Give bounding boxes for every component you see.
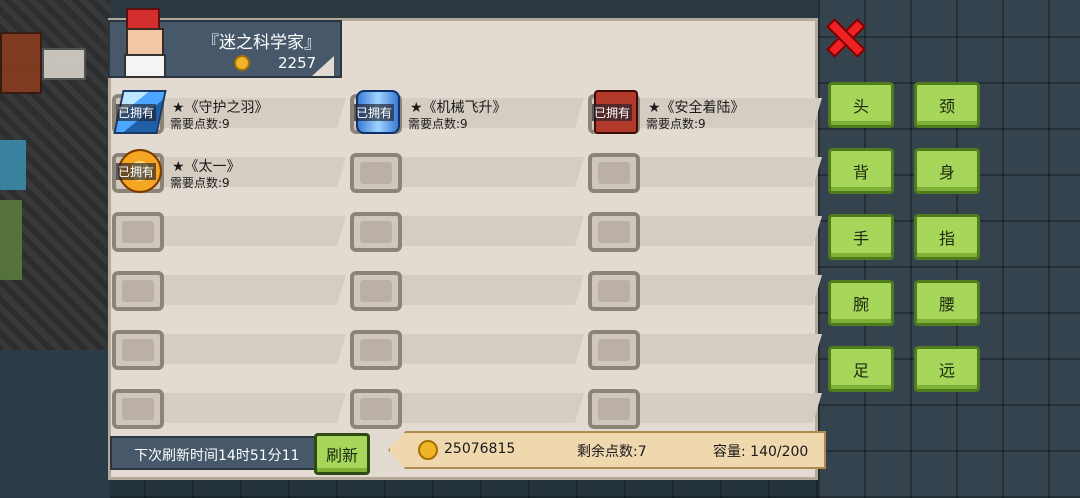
empty-slot[interactable] (350, 153, 584, 193)
slot-box (588, 212, 640, 252)
gold-coin-icon (418, 440, 438, 460)
slot-box (350, 153, 402, 193)
item-cost: 需要点数:9 (170, 117, 230, 131)
item-cost: 需要点数:9 (408, 117, 468, 131)
item-slot[interactable]: 已拥有 ★《机械飞升》 需要点数:9 (350, 90, 584, 134)
slot-box (350, 271, 402, 311)
player-avatar (120, 8, 168, 78)
shelf-decor (0, 140, 26, 190)
item-slot[interactable]: 已拥有 ★《太一》 需要点数:9 (112, 149, 346, 193)
empty-slot[interactable] (350, 330, 584, 370)
remaining-points: 剩余点数:7 (577, 444, 647, 460)
plant-decor (0, 200, 22, 280)
category-button-head[interactable]: 头 (828, 82, 894, 128)
category-button-wrist[interactable]: 腕 (828, 280, 894, 326)
category-button-waist[interactable]: 腰 (914, 280, 980, 326)
close-button[interactable] (824, 16, 864, 56)
item-title: ★《安全着陆》 (648, 100, 745, 116)
category-button-body[interactable]: 身 (914, 148, 980, 194)
slot-box (350, 212, 402, 252)
room-left-background (0, 0, 110, 498)
refresh-timer: 下次刷新时间14时51分11 (134, 448, 300, 464)
room-top-wall (110, 0, 818, 20)
slot-box (112, 271, 164, 311)
category-button-finger[interactable]: 指 (914, 214, 980, 260)
empty-slot[interactable] (588, 389, 822, 429)
avatar-face (126, 28, 164, 56)
header-arrow-decor (312, 56, 334, 76)
slot-box (112, 212, 164, 252)
cabinet-decor (0, 32, 42, 94)
slot-box (588, 389, 640, 429)
item-slot[interactable]: 已拥有 ★《守护之羽》 需要点数:9 (112, 90, 346, 134)
refresh-button[interactable]: 刷新 (314, 433, 370, 475)
category-button-hand[interactable]: 手 (828, 214, 894, 260)
player-header: 『迷之科学家』 2257 (108, 8, 342, 78)
item-cost: 需要点数:9 (170, 176, 230, 190)
player-gold: 2257 (278, 54, 317, 72)
item-cost: 需要点数:9 (646, 117, 706, 131)
floor-decor (0, 350, 110, 498)
empty-slot[interactable] (350, 271, 584, 311)
owned-badge: 已拥有 (354, 104, 395, 121)
slot-box (588, 330, 640, 370)
computer-decor (42, 48, 86, 80)
category-button-back[interactable]: 背 (828, 148, 894, 194)
avatar-coat (124, 54, 166, 78)
gold-coin-icon (234, 55, 250, 71)
empty-slot[interactable] (588, 330, 822, 370)
empty-slot[interactable] (350, 212, 584, 252)
slot-box (588, 153, 640, 193)
owned-badge: 已拥有 (116, 104, 157, 121)
item-title: ★《机械飞升》 (410, 100, 507, 116)
slot-box (112, 389, 164, 429)
slot-box (588, 271, 640, 311)
total-gold: 25076815 (444, 441, 516, 457)
slot-box (350, 330, 402, 370)
item-title: ★《太一》 (172, 159, 241, 175)
item-slot[interactable]: 已拥有 ★《安全着陆》 需要点数:9 (588, 90, 822, 134)
empty-slot[interactable] (588, 212, 822, 252)
slot-box (112, 330, 164, 370)
owned-badge: 已拥有 (116, 163, 157, 180)
category-button-foot[interactable]: 足 (828, 346, 894, 392)
owned-badge: 已拥有 (592, 104, 633, 121)
empty-slot[interactable] (112, 212, 346, 252)
empty-slot[interactable] (588, 271, 822, 311)
empty-slot[interactable] (112, 389, 346, 429)
capacity: 容量: 140/200 (713, 444, 809, 460)
empty-slot[interactable] (350, 389, 584, 429)
slot-box (350, 389, 402, 429)
player-name: 『迷之科学家』 (202, 33, 321, 53)
item-title: ★《守护之羽》 (172, 100, 269, 116)
empty-slot[interactable] (588, 153, 822, 193)
category-button-ranged[interactable]: 远 (914, 346, 980, 392)
category-button-neck[interactable]: 颈 (914, 82, 980, 128)
empty-slot[interactable] (112, 330, 346, 370)
refresh-timer-bar: 下次刷新时间14时51分11 (110, 436, 322, 470)
empty-slot[interactable] (112, 271, 346, 311)
